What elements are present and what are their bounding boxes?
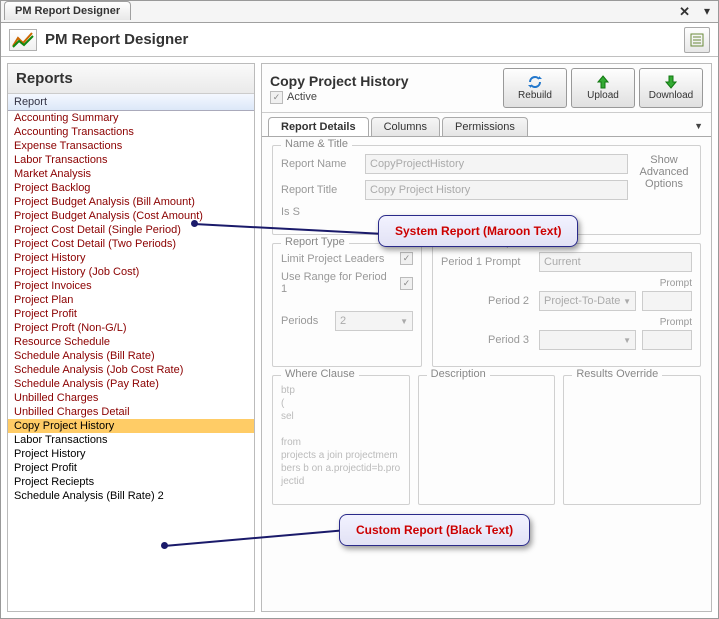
- report-item[interactable]: Project Proft (Non-G/L): [8, 321, 254, 335]
- active-checkbox[interactable]: ✓: [270, 91, 283, 104]
- period2-select[interactable]: Project-To-Date▼: [539, 291, 636, 311]
- report-item[interactable]: Copy Project History: [8, 419, 254, 433]
- report-column-header[interactable]: Report: [8, 94, 254, 111]
- period2-label: Period 2: [441, 295, 533, 307]
- rebuild-button[interactable]: Rebuild: [503, 68, 567, 108]
- report-item[interactable]: Project History: [8, 447, 254, 461]
- chevron-down-icon: ▼: [623, 336, 631, 345]
- tab-permissions[interactable]: Permissions: [442, 117, 528, 136]
- results-override-section: Results Override: [563, 375, 701, 505]
- report-item[interactable]: Project Plan: [8, 293, 254, 307]
- period3-label: Period 3: [441, 334, 533, 346]
- callout-anchor: [161, 542, 168, 549]
- page-title: PM Report Designer: [45, 31, 188, 48]
- document-icon: [690, 33, 704, 47]
- report-item[interactable]: Labor Transactions: [8, 433, 254, 447]
- detail-title: Copy Project History: [270, 73, 499, 89]
- report-item[interactable]: Schedule Analysis (Job Cost Rate): [8, 363, 254, 377]
- report-item[interactable]: Project Reciepts: [8, 475, 254, 489]
- detail-header: Copy Project History ✓ Active Rebuild Up…: [262, 64, 711, 113]
- report-item[interactable]: Expense Transactions: [8, 139, 254, 153]
- report-type-section: Report Type Limit Project Leaders ✓ Use …: [272, 243, 422, 367]
- period3-prompt-field[interactable]: [642, 330, 692, 350]
- report-item[interactable]: Project Cost Detail (Two Periods): [8, 237, 254, 251]
- report-item[interactable]: Schedule Analysis (Bill Rate): [8, 349, 254, 363]
- chevron-down-icon: ▼: [623, 297, 631, 306]
- report-item[interactable]: Accounting Transactions: [8, 125, 254, 139]
- description-section: Description: [418, 375, 556, 505]
- upload-button[interactable]: Upload: [571, 68, 635, 108]
- app-icon: [9, 29, 37, 51]
- reports-panel: Reports Report Accounting SummaryAccount…: [7, 63, 255, 612]
- download-icon: [664, 75, 678, 89]
- period-prompts-section: Period Prompts Period 1 Prompt Prompt Pe…: [432, 243, 701, 367]
- report-list[interactable]: Accounting SummaryAccounting Transaction…: [8, 111, 254, 610]
- period1-label: Period 1 Prompt: [441, 256, 533, 268]
- where-clause-section: Where Clause btp ( sel from projects a j…: [272, 375, 410, 505]
- report-item[interactable]: Accounting Summary: [8, 111, 254, 125]
- report-item[interactable]: Project Profit: [8, 461, 254, 475]
- active-checkbox-row[interactable]: ✓ Active: [270, 91, 499, 104]
- limit-leaders-label: Limit Project Leaders: [281, 253, 394, 265]
- periods-label: Periods: [281, 315, 329, 327]
- report-item[interactable]: Schedule Analysis (Pay Rate): [8, 377, 254, 391]
- refresh-icon: [527, 75, 543, 89]
- download-button[interactable]: Download: [639, 68, 703, 108]
- report-title-label: Report Title: [281, 184, 359, 196]
- report-item[interactable]: Unbilled Charges: [8, 391, 254, 405]
- detail-tabs: Report Details Columns Permissions ▼: [262, 113, 711, 137]
- report-item[interactable]: Project Invoices: [8, 279, 254, 293]
- period2-prompt-field[interactable]: [642, 291, 692, 311]
- use-range-checkbox[interactable]: ✓: [400, 277, 413, 290]
- upload-icon: [596, 75, 610, 89]
- report-item[interactable]: Project Profit: [8, 307, 254, 321]
- window-tab-row: PM Report Designer ✕ ▾: [1, 1, 718, 23]
- report-item[interactable]: Project Budget Analysis (Cost Amount): [8, 209, 254, 223]
- report-item[interactable]: Schedule Analysis (Bill Rate) 2: [8, 489, 254, 503]
- results-override-legend: Results Override: [572, 368, 662, 380]
- where-clause-legend: Where Clause: [281, 368, 359, 380]
- options-button[interactable]: [684, 27, 710, 53]
- report-item[interactable]: Labor Transactions: [8, 153, 254, 167]
- report-item[interactable]: Project History (Job Cost): [8, 265, 254, 279]
- report-title-field[interactable]: [365, 180, 628, 200]
- report-item[interactable]: Project Backlog: [8, 181, 254, 195]
- report-item[interactable]: Project History: [8, 251, 254, 265]
- callout-anchor: [191, 220, 198, 227]
- period3-select[interactable]: ▼: [539, 330, 636, 350]
- custom-report-callout: Custom Report (Black Text): [339, 514, 530, 546]
- use-range-label: Use Range for Period 1: [281, 271, 394, 295]
- report-name-label: Report Name: [281, 158, 359, 170]
- report-item[interactable]: Resource Schedule: [8, 335, 254, 349]
- report-item[interactable]: Project Budget Analysis (Bill Amount): [8, 195, 254, 209]
- report-type-legend: Report Type: [281, 236, 349, 248]
- chevron-down-icon: ▼: [400, 317, 408, 326]
- tab-report-details[interactable]: Report Details: [268, 117, 369, 136]
- is-summary-label: Is S: [281, 206, 359, 218]
- active-label: Active: [287, 91, 317, 103]
- report-item[interactable]: Market Analysis: [8, 167, 254, 181]
- report-name-field[interactable]: [365, 154, 628, 174]
- period1-field[interactable]: [539, 252, 692, 272]
- description-legend: Description: [427, 368, 490, 380]
- report-item[interactable]: Unbilled Charges Detail: [8, 405, 254, 419]
- system-report-callout: System Report (Maroon Text): [378, 215, 578, 247]
- reports-header: Reports: [8, 64, 254, 94]
- close-icon[interactable]: ✕: [679, 4, 690, 20]
- tab-overflow-icon[interactable]: ▼: [694, 121, 703, 131]
- name-title-legend: Name & Title: [281, 138, 352, 150]
- periods-select[interactable]: 2▼: [335, 311, 413, 331]
- period2-prompt-label: Prompt: [441, 278, 692, 289]
- limit-leaders-checkbox[interactable]: ✓: [400, 252, 413, 265]
- show-advanced-options[interactable]: Show Advanced Options: [636, 154, 692, 224]
- period3-prompt-label: Prompt: [441, 317, 692, 328]
- window-tab[interactable]: PM Report Designer: [4, 1, 131, 20]
- where-clause-text[interactable]: btp ( sel from projects a join projectme…: [281, 384, 401, 488]
- header-bar: PM Report Designer: [1, 23, 718, 57]
- tab-columns[interactable]: Columns: [371, 117, 440, 136]
- pin-icon[interactable]: ▾: [704, 4, 710, 18]
- report-list-wrap: Report Accounting SummaryAccounting Tran…: [8, 94, 254, 611]
